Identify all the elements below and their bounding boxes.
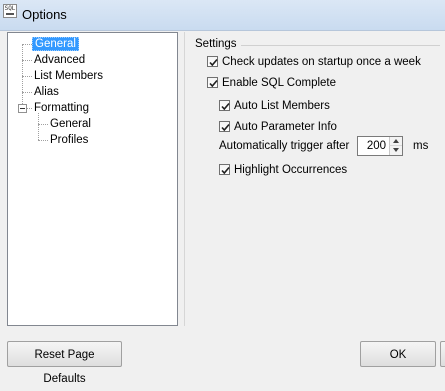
check-updates-option[interactable]: Check updates on startup once a week <box>207 54 421 70</box>
window-title: Options <box>22 7 67 22</box>
tree-item-label: Profiles <box>50 134 89 146</box>
tree-item-label: Alias <box>34 86 59 98</box>
trigger-delay-unit: ms <box>413 140 429 152</box>
tree-item-label: General <box>50 118 91 130</box>
tree-branch <box>38 140 48 141</box>
auto-list-members-label: Auto List Members <box>234 100 330 112</box>
checkmark-icon[interactable] <box>219 121 230 132</box>
collapse-minus-icon[interactable] <box>18 104 27 113</box>
tree-branch <box>38 124 48 125</box>
tree-branch <box>22 92 32 93</box>
tree-branch <box>22 60 32 61</box>
auto-parameter-info-label: Auto Parameter Info <box>234 121 337 133</box>
tree-branch <box>22 76 32 77</box>
title-bar[interactable]: SQL Options <box>0 0 445 31</box>
tree-item-label: List Members <box>34 70 104 82</box>
spin-up-arrow-icon[interactable] <box>389 137 402 146</box>
tree-item-formatting[interactable]: Formatting <box>32 101 91 115</box>
spin-down-arrow-icon[interactable] <box>389 146 402 155</box>
tree-item-list-members[interactable]: List Members <box>32 69 105 83</box>
highlight-occurrences-label: Highlight Occurrences <box>234 164 348 176</box>
trigger-delay-stepper[interactable] <box>357 136 403 156</box>
sql-app-icon: SQL <box>3 4 17 18</box>
cancel-button[interactable] <box>440 341 445 367</box>
check-updates-label: Check updates on startup once a week <box>222 56 421 68</box>
tree-item-general[interactable]: General <box>32 37 79 51</box>
app-icon-text: SQL <box>4 5 16 12</box>
ok-button[interactable]: OK <box>360 341 436 367</box>
tree-item-label: General <box>32 37 79 51</box>
enable-sql-complete-option[interactable]: Enable SQL Complete <box>207 75 336 91</box>
checkmark-icon[interactable] <box>219 100 230 111</box>
category-tree[interactable]: General Advanced List Members Alias Form… <box>7 32 178 326</box>
trigger-delay-label: Automatically trigger after <box>219 140 350 152</box>
tree-item-alias[interactable]: Alias <box>32 85 61 99</box>
tree-item-label: Formatting <box>34 102 89 114</box>
checkmark-icon[interactable] <box>207 56 218 67</box>
tree-branch <box>22 44 32 45</box>
settings-group-line <box>241 45 440 46</box>
highlight-occurrences-option[interactable]: Highlight Occurrences <box>219 162 347 178</box>
auto-parameter-info-option[interactable]: Auto Parameter Info <box>219 119 337 135</box>
checkmark-icon[interactable] <box>207 77 218 88</box>
panel-divider <box>184 32 185 326</box>
tree-item-advanced[interactable]: Advanced <box>32 53 87 67</box>
tree-child-line <box>38 113 39 140</box>
enable-sql-complete-label: Enable SQL Complete <box>222 77 337 89</box>
reset-page-defaults-button[interactable]: Reset Page Defaults <box>7 341 122 385</box>
tree-item-label: Advanced <box>34 54 86 66</box>
settings-group-title: Settings <box>195 38 237 50</box>
checkmark-icon[interactable] <box>219 164 230 175</box>
tree-item-formatting-general[interactable]: General <box>48 117 93 131</box>
auto-list-members-option[interactable]: Auto List Members <box>219 98 330 114</box>
trigger-delay-input[interactable] <box>360 138 386 154</box>
tree-item-profiles[interactable]: Profiles <box>48 133 90 147</box>
